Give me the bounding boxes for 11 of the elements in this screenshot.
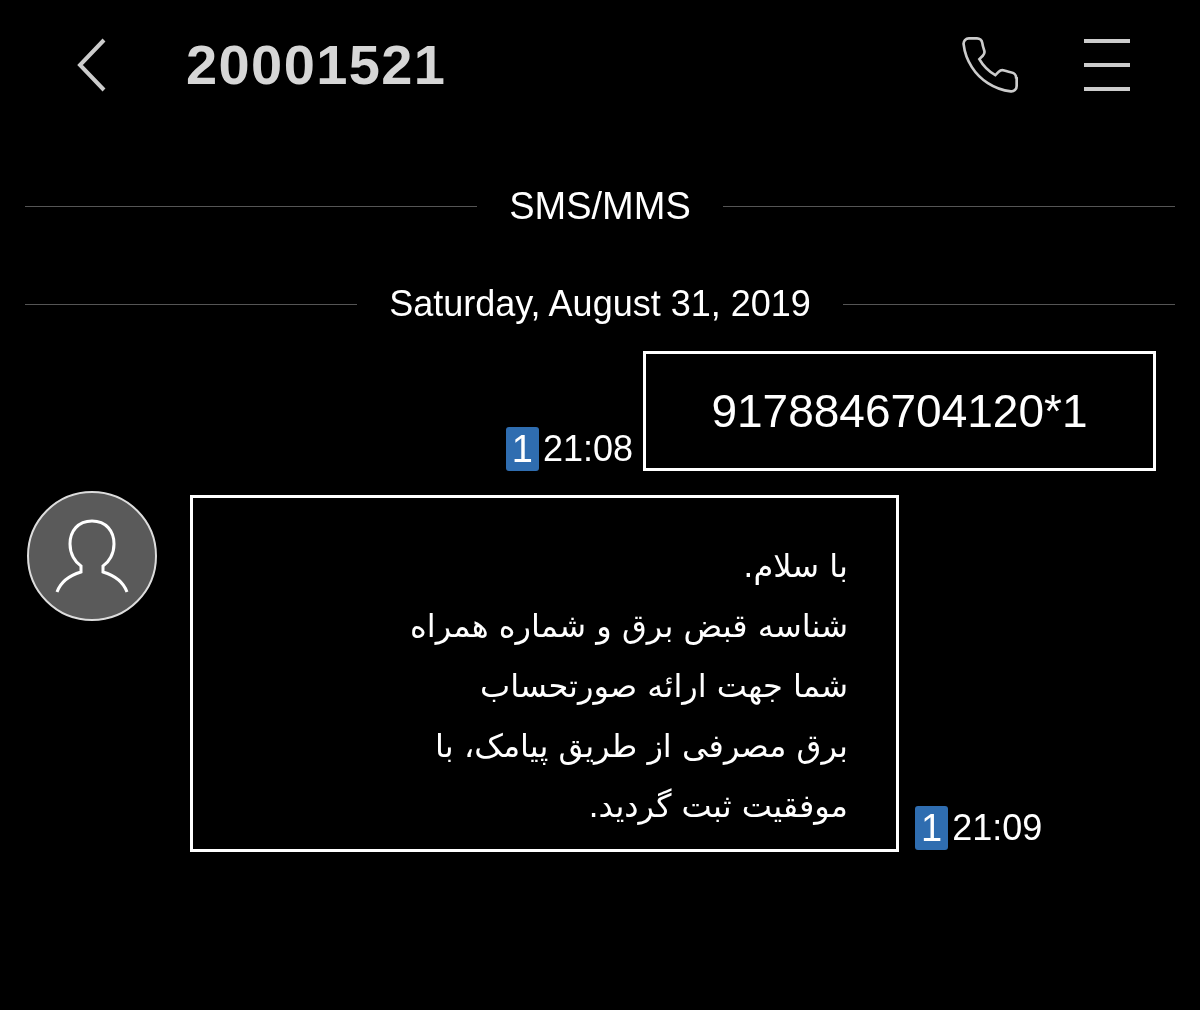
date-label: Saturday, August 31, 2019 <box>389 282 811 326</box>
channel-label: SMS/MMS <box>509 184 691 229</box>
message-time: 21:08 <box>542 431 633 467</box>
received-message: با سلام. شناسه قبض برق و شماره همراه شما جهت ارائه صورتحساب برق مصرفی از طریق پیامک، با موفقیت ثبت گردید. <box>190 495 899 852</box>
sent-message: 9178846704120*1 <box>643 351 1156 471</box>
sim-badge: 1 <box>505 427 539 471</box>
avatar-icon <box>27 491 157 621</box>
conversation-title: 20001521 <box>186 32 447 98</box>
menu-icon[interactable] <box>1082 37 1132 93</box>
message-time: 21:09 <box>952 810 1043 846</box>
sim-badge: 1 <box>915 806 949 850</box>
